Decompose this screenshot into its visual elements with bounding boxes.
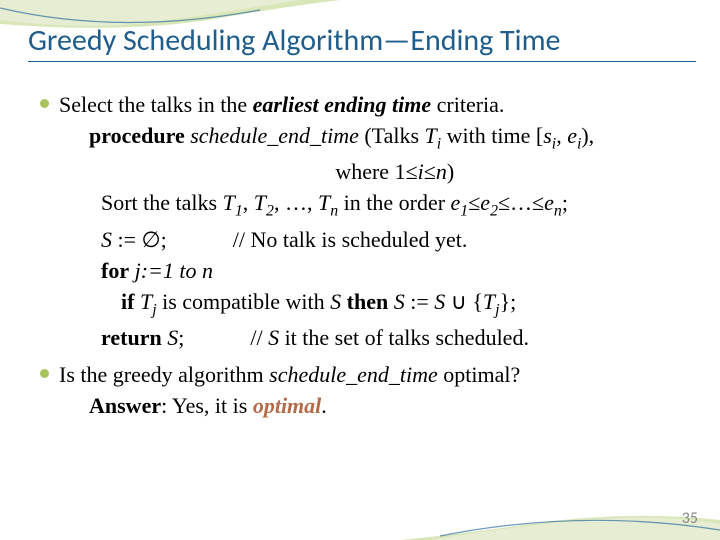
text: : Yes, it is bbox=[161, 393, 253, 418]
var: S bbox=[101, 227, 112, 252]
var: e bbox=[544, 190, 554, 215]
bullet-item: Select the talks in the earliest ending … bbox=[40, 90, 690, 354]
answer-label: Answer bbox=[89, 393, 161, 418]
text: }; bbox=[500, 289, 517, 314]
text: with time [ bbox=[441, 123, 543, 148]
bottom-decor bbox=[400, 490, 720, 540]
text: , …, bbox=[274, 190, 318, 215]
text: is compatible with bbox=[157, 289, 331, 314]
text: Sort the talks bbox=[101, 190, 223, 215]
var: S bbox=[268, 325, 279, 350]
text: ≤ bbox=[424, 159, 436, 184]
text: ≤ bbox=[468, 190, 480, 215]
keyword: then bbox=[341, 289, 394, 314]
comment: // bbox=[250, 325, 268, 350]
proc-name: schedule_end_time bbox=[269, 362, 438, 387]
subscript: 2 bbox=[266, 203, 274, 220]
var: T bbox=[223, 190, 235, 215]
comment: it the set of talks scheduled. bbox=[279, 325, 529, 350]
var: e bbox=[567, 123, 577, 148]
text: ≤…≤ bbox=[498, 190, 544, 215]
var: S bbox=[394, 289, 405, 314]
text: := bbox=[405, 289, 435, 314]
var: n bbox=[436, 159, 447, 184]
text: ) bbox=[447, 159, 454, 184]
slide-body: Select the talks in the earliest ending … bbox=[40, 90, 690, 422]
var: e bbox=[451, 190, 461, 215]
var: T bbox=[134, 289, 152, 314]
text: (Talks bbox=[359, 123, 425, 148]
var: e bbox=[480, 190, 490, 215]
text: , bbox=[243, 190, 254, 215]
bullet-icon bbox=[40, 369, 49, 378]
comment: // No talk is scheduled yet. bbox=[233, 227, 468, 252]
var: T bbox=[254, 190, 266, 215]
text: ), bbox=[581, 123, 594, 148]
text: . bbox=[321, 393, 327, 418]
text: ∪ { bbox=[445, 289, 483, 314]
proc-name: schedule_end_time bbox=[185, 123, 359, 148]
keyword: procedure bbox=[89, 123, 185, 148]
text: j:=1 to bbox=[129, 258, 202, 283]
var: T bbox=[425, 123, 437, 148]
keyword: if bbox=[121, 289, 134, 314]
bullet-icon bbox=[40, 99, 49, 108]
text: ; bbox=[562, 190, 568, 215]
slide: Greedy Scheduling Algorithm—Ending Time … bbox=[0, 0, 720, 540]
var: S bbox=[330, 289, 341, 314]
text: in the order bbox=[338, 190, 450, 215]
subscript: 2 bbox=[490, 203, 498, 220]
var: T bbox=[318, 190, 330, 215]
keyword: for bbox=[101, 258, 129, 283]
subscript: 1 bbox=[235, 203, 243, 220]
keyword: return bbox=[101, 325, 162, 350]
var: n bbox=[202, 258, 213, 283]
var: s bbox=[543, 123, 552, 148]
text: where 1≤ bbox=[335, 159, 417, 184]
text: Is the greedy algorithm bbox=[59, 362, 269, 387]
emphasis: earliest ending time bbox=[253, 92, 431, 117]
text: , bbox=[556, 123, 567, 148]
slide-title: Greedy Scheduling Algorithm—Ending Time bbox=[28, 22, 696, 62]
page-number: 35 bbox=[682, 509, 698, 528]
text: criteria. bbox=[431, 92, 504, 117]
text: ; bbox=[178, 325, 184, 350]
var: T bbox=[483, 289, 495, 314]
answer-emph: optimal bbox=[253, 393, 321, 418]
text: Select the talks in the bbox=[59, 92, 253, 117]
text: optimal? bbox=[438, 362, 520, 387]
bullet-item: Is the greedy algorithm schedule_end_tim… bbox=[40, 360, 690, 422]
var: S bbox=[162, 325, 179, 350]
subscript: n bbox=[330, 203, 338, 220]
var: S bbox=[434, 289, 445, 314]
subscript: n bbox=[554, 203, 562, 220]
text: := ∅; bbox=[112, 227, 167, 252]
